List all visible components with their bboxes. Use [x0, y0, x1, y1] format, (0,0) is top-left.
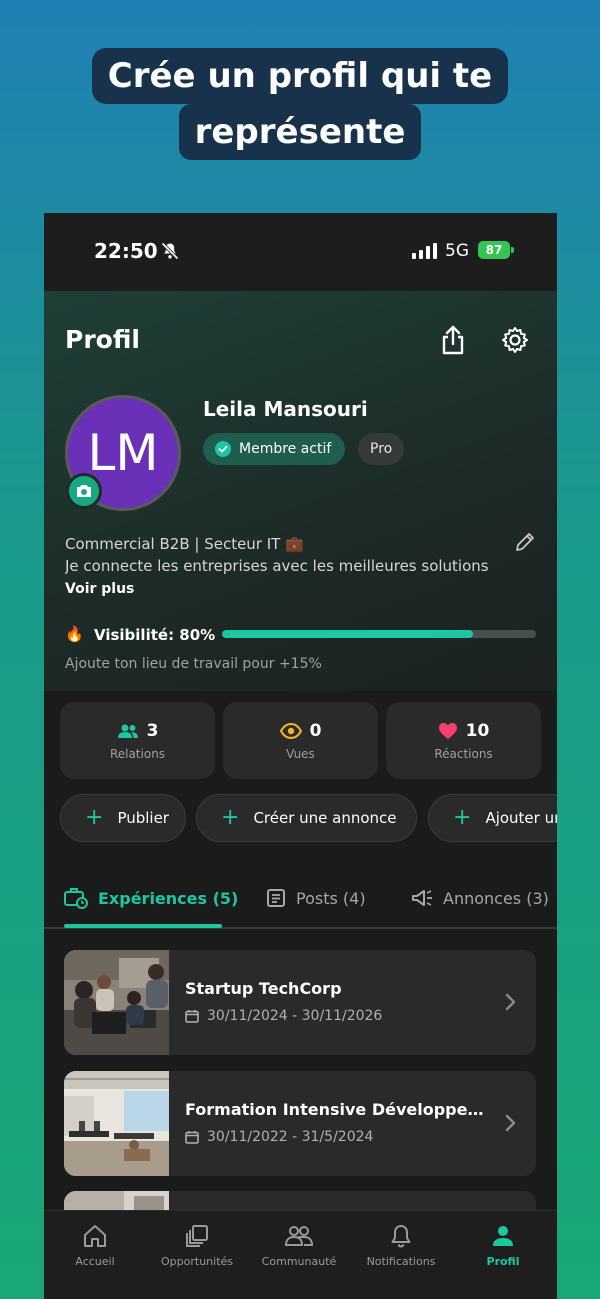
status-bar: 22:50 5G 87	[44, 213, 557, 291]
bell-icon	[391, 1225, 411, 1248]
nav-opportunities-label: Opportunités	[161, 1255, 233, 1268]
experience-dates: 30/11/2022 - 31/5/2024	[185, 1129, 373, 1145]
visibility-progress-fill	[222, 630, 474, 638]
tab-experiences-label: Expériences (5)	[98, 888, 239, 908]
bio-line-2: Je connecte les entreprises avec les mei…	[65, 557, 489, 575]
tab-posts-label: Posts (4)	[296, 888, 366, 908]
pencil-icon[interactable]	[514, 531, 536, 553]
user-name: Leila Mansouri	[203, 397, 368, 421]
bio-line-1: Commercial B2B | Secteur IT 💼	[65, 535, 304, 553]
experience-card[interactable]: Formation Intensive Développement 30/11/…	[64, 1071, 536, 1176]
visibility-label: Visibilité: 80%	[94, 626, 216, 644]
nav-community-label: Communauté	[261, 1255, 337, 1268]
add-button[interactable]: + Ajouter une	[428, 794, 557, 842]
experience-card[interactable]: Startup TechCorp 30/11/2024 - 30/11/2026	[64, 950, 536, 1055]
battery-indicator: 87	[478, 241, 514, 259]
share-icon	[442, 325, 464, 355]
headline-line-2: représente	[178, 104, 422, 160]
nav-community[interactable]: Communauté	[248, 1223, 350, 1268]
share-button[interactable]	[438, 325, 468, 355]
add-label: Ajouter une	[485, 809, 557, 827]
tab-announcements[interactable]: Annonces (3)	[411, 883, 549, 913]
stat-reactions-value: 10	[465, 720, 490, 741]
stat-reactions[interactable]: 10 Réactions	[386, 702, 541, 779]
people-icon	[117, 724, 138, 738]
tab-experiences[interactable]: Expériences (5)	[64, 883, 238, 913]
chevron-right-icon	[505, 1114, 516, 1132]
tab-announcements-label: Annonces (3)	[443, 888, 549, 908]
headline-line-1: Crée un profil qui te	[91, 48, 509, 104]
briefcase-clock-icon	[64, 888, 88, 909]
stat-views[interactable]: 0 Vues	[223, 702, 378, 779]
chevron-right-icon	[505, 993, 516, 1011]
plus-icon: +	[453, 805, 472, 830]
stat-relations-label: Relations	[109, 746, 166, 761]
create-ad-button[interactable]: + Créer une annonce	[196, 794, 417, 842]
stat-relations-value: 3	[146, 720, 159, 741]
stat-relations[interactable]: 3 Relations	[60, 702, 215, 779]
document-icon	[267, 889, 285, 907]
bottom-navigation: Accueil Opportunités Communauté Notifica…	[44, 1210, 557, 1299]
status-time: 22:50	[94, 239, 158, 263]
fire-icon: 🔥	[65, 625, 84, 643]
tab-posts[interactable]: Posts (4)	[266, 883, 366, 913]
plus-icon: +	[85, 805, 104, 830]
user-icon	[493, 1226, 513, 1246]
stacked-cards-icon	[186, 1225, 208, 1247]
nav-home[interactable]: Accueil	[44, 1223, 146, 1268]
nav-profile[interactable]: Profil	[452, 1223, 554, 1268]
signal-icon	[412, 243, 437, 259]
experience-dates: 30/11/2024 - 30/11/2026	[185, 1008, 382, 1024]
nav-profile-label: Profil	[486, 1255, 520, 1268]
gear-icon	[502, 327, 528, 353]
experience-image	[64, 1071, 169, 1176]
visibility-hint: Ajoute ton lieu de travail pour +15%	[65, 656, 322, 672]
nav-opportunities[interactable]: Opportunités	[146, 1223, 248, 1268]
experience-date-text: 30/11/2022 - 31/5/2024	[207, 1129, 374, 1145]
camera-icon	[77, 485, 91, 497]
nav-notifications[interactable]: Notifications	[350, 1223, 452, 1268]
promo-headline: Crée un profil qui te représente	[0, 48, 600, 160]
active-member-badge: Membre actif	[203, 433, 346, 465]
active-tab-indicator	[64, 924, 222, 928]
megaphone-icon	[412, 890, 432, 906]
experience-title: Formation Intensive Développement	[185, 1100, 485, 1119]
heart-icon	[438, 722, 457, 739]
home-icon	[84, 1225, 106, 1247]
change-photo-button[interactable]	[66, 473, 102, 509]
calendar-icon	[185, 1131, 199, 1144]
network-type: 5G	[445, 241, 469, 261]
see-more-link[interactable]: Voir plus	[65, 581, 134, 597]
experience-title: Startup TechCorp	[185, 979, 342, 998]
active-member-label: Membre actif	[239, 441, 332, 457]
create-ad-label: Créer une annonce	[253, 809, 397, 827]
experience-date-text: 30/11/2024 - 30/11/2026	[207, 1008, 383, 1024]
stat-views-label: Vues	[286, 746, 315, 761]
plus-icon: +	[221, 805, 240, 830]
stat-views-value: 0	[309, 720, 322, 741]
experience-image	[64, 950, 169, 1055]
bell-muted-icon	[161, 242, 179, 260]
community-icon	[284, 1226, 314, 1246]
visibility-progress-bar	[222, 630, 536, 638]
page-title: Profil	[65, 325, 140, 354]
eye-icon	[279, 722, 302, 739]
stat-reactions-label: Réactions	[434, 746, 493, 761]
publish-button[interactable]: + Publier	[60, 794, 186, 842]
settings-button[interactable]	[500, 325, 530, 355]
calendar-icon	[185, 1010, 199, 1023]
nav-home-label: Accueil	[75, 1255, 115, 1268]
phone-screen: 22:50 5G 87 Profil LM Leila Mansouri Mem…	[44, 213, 557, 1299]
profile-header: Profil LM Leila Mansouri Membre actif Pr…	[44, 291, 557, 691]
nav-notifications-label: Notifications	[366, 1255, 436, 1268]
pro-badge: Pro	[358, 433, 405, 465]
publish-label: Publier	[117, 809, 169, 827]
check-circle-icon	[215, 441, 231, 457]
